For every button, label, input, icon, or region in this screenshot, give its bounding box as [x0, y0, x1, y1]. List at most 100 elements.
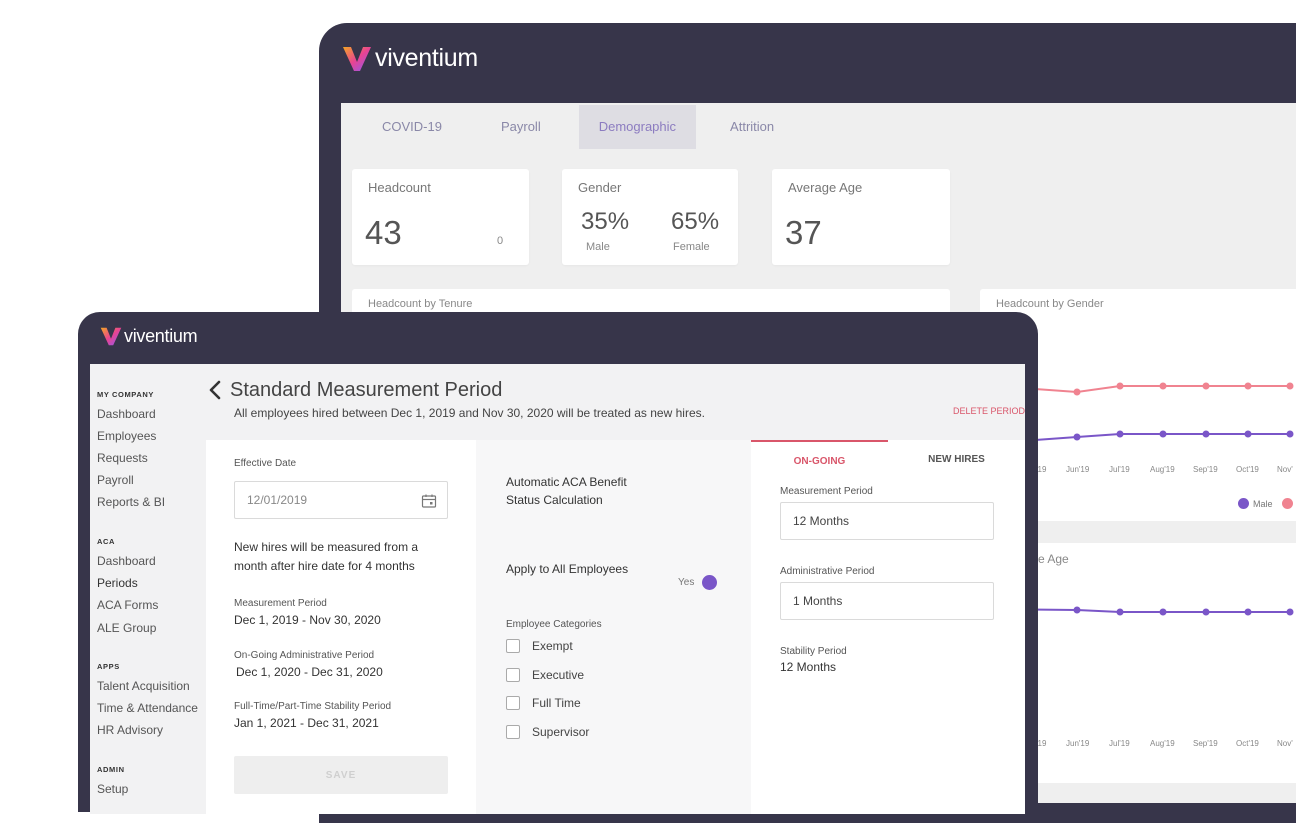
tab-covid-19[interactable]: COVID-19 — [341, 105, 472, 149]
sidebar-item-reports[interactable]: Reports & BI — [97, 495, 165, 509]
tenure-panel-title: Headcount by Tenure — [368, 298, 473, 310]
sidebar-item-periods[interactable]: Periods — [97, 576, 138, 590]
headcount-value: 43 — [365, 214, 402, 251]
tab-payroll[interactable]: Payroll — [472, 105, 579, 149]
average-age-title: Average Age — [788, 180, 863, 195]
category-label: Exempt — [532, 639, 573, 653]
sidebar-section-aca: ACA — [97, 537, 116, 546]
measurement-period-value: 12 Months — [793, 514, 850, 528]
tab-new-hires[interactable]: NEW HIRES — [888, 440, 1025, 474]
apply-all-toggle[interactable]: Yes — [678, 571, 718, 593]
checkbox[interactable] — [506, 639, 520, 653]
tab-attrition[interactable]: Attrition — [696, 105, 794, 149]
x-tick-label: Sep'19 — [1193, 465, 1218, 474]
brand-name: viventium — [124, 326, 198, 346]
headcount-card: Headcount 43 0 — [352, 169, 529, 265]
female-point — [1159, 382, 1167, 390]
brand-logo: viventium — [342, 44, 478, 73]
sidebar-item-talent-acquisition[interactable]: Talent Acquisition — [97, 679, 190, 693]
x-tick-label: Nov' — [1277, 465, 1293, 474]
x-tick-label: Aug'19 — [1150, 465, 1175, 474]
x-tick-label: Sep'19 — [1193, 739, 1218, 748]
gender-card: Gender 35% Male 65% Female — [562, 169, 738, 265]
save-button[interactable]: SAVE — [234, 756, 448, 794]
sidebar-item-ale-group[interactable]: ALE Group — [97, 621, 156, 635]
sidebar-item-hr-advisory[interactable]: HR Advisory — [97, 723, 163, 737]
x-tick-label: Jul'19 — [1109, 465, 1130, 474]
checkbox[interactable] — [506, 696, 520, 710]
period-form-panel: Effective Date 12/01/2019 New hires will… — [206, 440, 476, 814]
sidebar-item-dashboard[interactable]: Dashboard — [97, 407, 156, 421]
sidebar-item-aca-forms[interactable]: ACA Forms — [97, 598, 158, 612]
aca-screen: MY COMPANY Dashboard Employees Requests … — [90, 364, 1025, 814]
category-label: Supervisor — [532, 725, 590, 739]
female-point — [1286, 382, 1294, 390]
male-point — [1073, 433, 1081, 441]
aca-window: viventium MY COMPANY Dashboard Employees… — [78, 312, 1038, 814]
sidebar-item-requests[interactable]: Requests — [97, 451, 148, 465]
category-executive[interactable]: Executive — [506, 668, 584, 682]
male-point — [1286, 430, 1294, 438]
stability-period-label: Stability Period — [780, 646, 847, 657]
measurement-period-value: Dec 1, 2019 - Nov 30, 2020 — [234, 613, 381, 627]
effective-date-value: 12/01/2019 — [247, 493, 308, 507]
back-arrow-icon[interactable] — [206, 377, 224, 403]
delete-period-button[interactable]: DELETE PERIOD — [953, 406, 1025, 416]
checkbox[interactable] — [506, 668, 520, 682]
measurement-period-label: Measurement Period — [234, 598, 327, 609]
measurement-period-input[interactable]: 12 Months — [780, 502, 994, 540]
administrative-period-value: 1 Months — [793, 594, 843, 608]
sidebar-item-aca-dashboard[interactable]: Dashboard — [97, 554, 156, 568]
x-tick-label: Aug'19 — [1150, 739, 1175, 748]
category-supervisor[interactable]: Supervisor — [506, 725, 589, 739]
male-pct: 35% — [581, 208, 630, 235]
sidebar-item-employees[interactable]: Employees — [97, 429, 156, 443]
category-label: Executive — [532, 668, 585, 682]
brand-logo: viventium — [100, 326, 198, 347]
male-point — [1244, 430, 1252, 438]
page-subtitle: All employees hired between Dec 1, 2019 … — [234, 406, 705, 420]
brand-name: viventium — [375, 44, 478, 72]
sidebar-item-payroll[interactable]: Payroll — [97, 473, 134, 487]
legend-female — [1282, 498, 1296, 509]
effective-date-label: Effective Date — [234, 458, 297, 469]
effective-date-input[interactable]: 12/01/2019 — [234, 481, 448, 519]
x-tick-label: Jun'19 — [1066, 465, 1090, 474]
period-lengths-panel: ON-GOING NEW HIRES Measurement Period 12… — [751, 440, 1025, 814]
female-label: Female — [673, 241, 710, 253]
category-exempt[interactable]: Exempt — [506, 639, 573, 653]
category-full-time[interactable]: Full Time — [506, 696, 581, 710]
gender-chart-title: Headcount by Gender — [996, 298, 1104, 310]
legend-male-label: Male — [1253, 498, 1273, 509]
x-tick-label: Jun'19 — [1066, 739, 1090, 748]
sidebar-item-time-attendance[interactable]: Time & Attendance — [97, 701, 198, 715]
female-pct: 65% — [671, 208, 720, 235]
average-age-value: 37 — [785, 214, 822, 251]
apply-all-label: Apply to All Employees — [506, 562, 629, 576]
female-point — [1073, 388, 1081, 396]
tab-demographic[interactable]: Demographic — [578, 105, 697, 149]
admin-period-label: On-Going Administrative Period — [234, 650, 375, 661]
age-chart-title: e Age — [1038, 552, 1069, 566]
new-hire-note: New hires will be measured from a month … — [234, 540, 419, 573]
gender-title: Gender — [578, 180, 622, 195]
sidebar-section-admin: ADMIN — [97, 765, 125, 774]
administrative-period-input[interactable]: 1 Months — [780, 582, 994, 620]
stability-period-label: Full-Time/Part-Time Stability Period — [234, 701, 392, 712]
stability-period-value: Jan 1, 2021 - Dec 31, 2021 — [234, 716, 379, 730]
dashboard-tabs: COVID-19 Payroll Demographic Attrition — [341, 105, 794, 149]
sidebar-item-setup[interactable]: Setup — [97, 782, 128, 796]
age-point — [1286, 608, 1294, 616]
age-point — [1116, 608, 1124, 616]
tab-on-going[interactable]: ON-GOING — [751, 440, 888, 474]
options-panel: Automatic ACA Benefit Status Calculation… — [476, 440, 808, 814]
male-point — [1116, 430, 1124, 438]
female-point — [1244, 382, 1252, 390]
checkbox[interactable] — [506, 725, 520, 739]
male-point — [1159, 430, 1167, 438]
x-tick-label: Oct'19 — [1236, 465, 1259, 474]
employee-categories-label: Employee Categories — [506, 619, 602, 630]
calendar-icon[interactable] — [421, 493, 437, 509]
sidebar-section-apps: APPS — [97, 662, 120, 671]
headcount-title: Headcount — [368, 180, 431, 195]
